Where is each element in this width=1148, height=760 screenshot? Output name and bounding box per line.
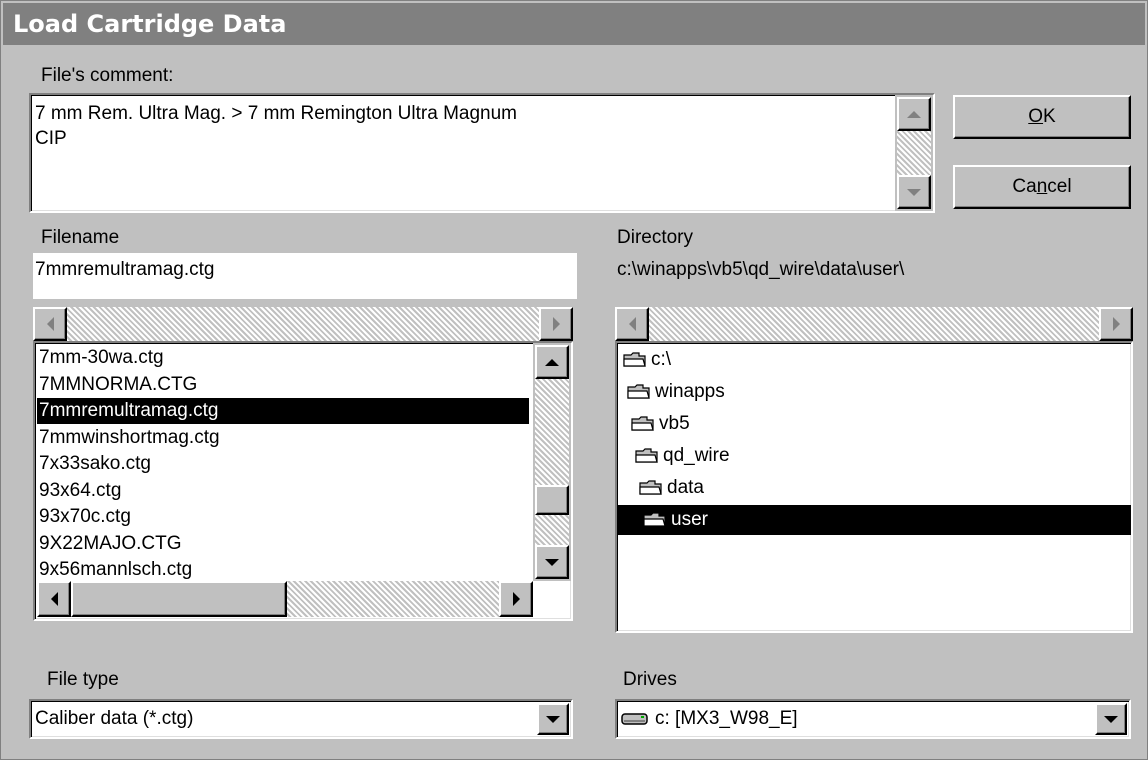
arrow-down-icon bbox=[545, 558, 559, 566]
file-scroll-thumb[interactable] bbox=[535, 485, 569, 515]
directory-item-label: user bbox=[671, 509, 708, 530]
directory-scroll-right-button[interactable] bbox=[1099, 307, 1133, 341]
directory-scroll-track[interactable] bbox=[649, 307, 1099, 341]
file-scroll-down-button[interactable] bbox=[535, 545, 569, 579]
load-cartridge-dialog: Load Cartridge Data File's comment: 7 mm… bbox=[0, 0, 1148, 760]
file-type-value: Caliber data (*.ctg) bbox=[35, 708, 194, 729]
filename-label: Filename bbox=[41, 227, 120, 248]
directory-tree-viewport: c:\ winapps vb5 qd_wiredata user bbox=[617, 343, 1131, 631]
folder-open-icon bbox=[639, 480, 662, 495]
arrow-up-icon bbox=[907, 110, 921, 118]
arrow-left-icon bbox=[628, 317, 636, 331]
file-scroll-track[interactable] bbox=[535, 379, 569, 545]
folder-open-icon bbox=[643, 512, 666, 527]
file-list-item[interactable]: 7mmwinshortmag.ctg bbox=[39, 425, 220, 451]
folder-open-icon bbox=[623, 352, 646, 367]
file-list-item[interactable]: 7x33sako.ctg bbox=[39, 451, 151, 477]
cancel-mnemonic: n bbox=[1036, 176, 1048, 197]
cancel-label-pre: Ca bbox=[1012, 176, 1037, 197]
filename-scroll-left-button[interactable] bbox=[33, 307, 67, 341]
comment-text: 7 mm Rem. Ultra Mag. > 7 mm Remington Ul… bbox=[35, 101, 517, 151]
directory-scroll-left-button[interactable] bbox=[615, 307, 649, 341]
comment-textarea[interactable]: 7 mm Rem. Ultra Mag. > 7 mm Remington Ul… bbox=[29, 93, 935, 213]
file-list[interactable]: 7mm-30wa.ctg 7MMNORMA.CTG 7mmremultramag.c… bbox=[33, 341, 573, 621]
arrow-down-icon bbox=[907, 188, 921, 196]
directory-label: Directory bbox=[617, 227, 694, 248]
comment-label: File's comment: bbox=[41, 65, 174, 86]
ok-label-rest: K bbox=[1043, 106, 1056, 127]
folder-open-icon bbox=[635, 448, 658, 463]
arrow-right-icon bbox=[512, 592, 520, 606]
directory-item-label: winapps bbox=[655, 381, 725, 402]
directory-item[interactable]: c:\ bbox=[617, 345, 1131, 375]
comment-scrollbar[interactable] bbox=[895, 95, 933, 211]
file-type-label: File type bbox=[47, 669, 119, 690]
directory-item-label: qd_wire bbox=[663, 445, 730, 466]
file-list-hscrollbar[interactable] bbox=[37, 581, 533, 617]
file-type-combo[interactable]: Caliber data (*.ctg) bbox=[29, 699, 573, 739]
file-type-dropdown-button[interactable] bbox=[537, 703, 569, 735]
directory-item-label: vb5 bbox=[659, 413, 690, 434]
arrow-right-icon bbox=[552, 317, 560, 331]
comment-line-1: 7 mm Rem. Ultra Mag. > 7 mm Remington Ul… bbox=[35, 103, 517, 124]
chevron-down-icon bbox=[1104, 715, 1118, 723]
comment-scroll-track[interactable] bbox=[897, 131, 931, 175]
file-scroll-right-button[interactable] bbox=[499, 581, 533, 617]
directory-tree[interactable]: c:\ winapps vb5 qd_wiredata user bbox=[615, 341, 1133, 633]
file-list-item[interactable]: 7mmremultramag.ctg bbox=[37, 398, 529, 424]
dialog-title: Load Cartridge Data bbox=[3, 3, 1145, 45]
drives-dropdown-button[interactable] bbox=[1095, 703, 1127, 735]
directory-item-label: data bbox=[667, 477, 704, 498]
file-list-item[interactable]: 93x70c.ctg bbox=[39, 504, 131, 530]
ok-mnemonic: O bbox=[1028, 106, 1044, 127]
file-hscroll-thumb[interactable] bbox=[71, 581, 287, 617]
ok-button[interactable]: OK bbox=[953, 95, 1131, 139]
arrow-left-icon bbox=[50, 592, 58, 606]
comment-scroll-down-button[interactable] bbox=[897, 175, 931, 209]
drives-value: c: [MX3_W98_E] bbox=[655, 708, 798, 729]
file-list-item[interactable]: 7MMNORMA.CTG bbox=[39, 372, 197, 398]
cancel-button[interactable]: Ca n cel bbox=[953, 165, 1131, 209]
directory-path: c:\winapps\vb5\qd_wire\data\user\ bbox=[617, 259, 905, 280]
filename-value: 7mmremultramag.ctg bbox=[35, 259, 215, 280]
directory-item[interactable]: data bbox=[617, 473, 1131, 503]
comment-scroll-up-button[interactable] bbox=[897, 97, 931, 131]
directory-item[interactable]: winapps bbox=[617, 377, 1131, 407]
directory-hscrollbar[interactable] bbox=[615, 307, 1133, 341]
file-list-item[interactable]: 7mm-30wa.ctg bbox=[39, 345, 164, 371]
chevron-down-icon bbox=[546, 715, 560, 723]
folder-open-icon bbox=[627, 384, 650, 399]
filename-scroll-track[interactable] bbox=[67, 307, 539, 341]
file-list-item[interactable]: 9X22MAJO.CTG bbox=[39, 531, 182, 557]
directory-item[interactable]: qd_wire bbox=[617, 441, 1131, 471]
file-list-viewport: 7mm-30wa.ctg 7MMNORMA.CTG 7mmremultramag.c… bbox=[35, 343, 533, 581]
arrow-left-icon bbox=[46, 317, 54, 331]
filename-scroll-right-button[interactable] bbox=[539, 307, 573, 341]
cancel-label-post: cel bbox=[1047, 176, 1072, 197]
hard-drive-icon bbox=[621, 713, 648, 725]
directory-item[interactable]: vb5 bbox=[617, 409, 1131, 439]
file-scroll-left-button[interactable] bbox=[37, 581, 71, 617]
file-list-item[interactable]: 93x64.ctg bbox=[39, 478, 121, 504]
arrow-right-icon bbox=[1112, 317, 1120, 331]
drives-combo[interactable]: c: [MX3_W98_E] bbox=[615, 699, 1131, 739]
comment-line-2: CIP bbox=[35, 128, 67, 149]
drives-label: Drives bbox=[623, 669, 677, 690]
filename-hscrollbar[interactable] bbox=[33, 307, 573, 341]
file-list-vscrollbar[interactable] bbox=[533, 343, 571, 581]
file-list-item[interactable]: 9x56mannlsch.ctg bbox=[39, 557, 192, 581]
drives-value-wrap: c: [MX3_W98_E] bbox=[621, 701, 798, 737]
arrow-up-icon bbox=[545, 358, 559, 366]
file-scroll-up-button[interactable] bbox=[535, 345, 569, 379]
folder-open-icon bbox=[631, 416, 654, 431]
directory-item[interactable]: user bbox=[617, 505, 1131, 535]
directory-item-label: c:\ bbox=[651, 349, 672, 370]
filename-input[interactable]: 7mmremultramag.ctg bbox=[33, 253, 577, 299]
